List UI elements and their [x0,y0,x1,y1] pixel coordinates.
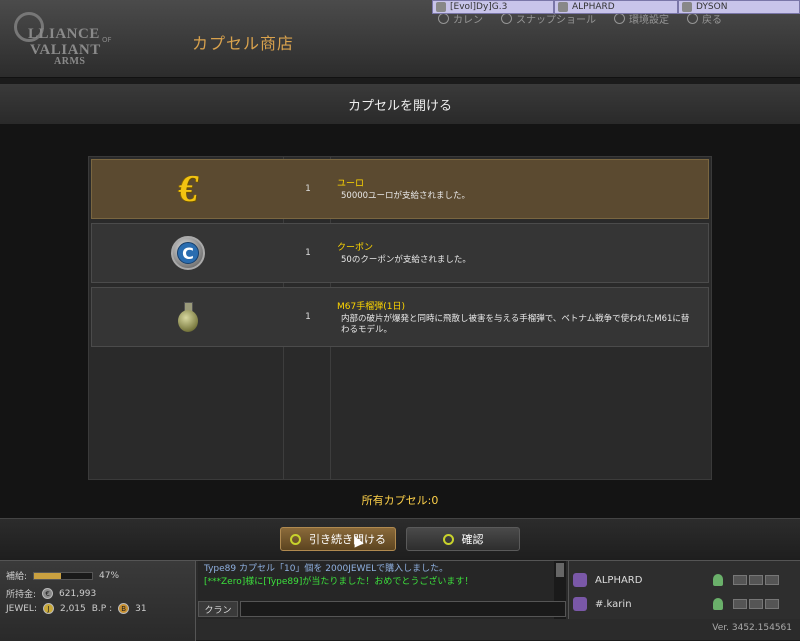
online-status-icon [713,598,723,610]
reward-description: 内部の破片が爆発と同時に飛散し被害を与える手榴弾で、ベトナム戦争で使われたM61… [341,313,690,335]
reward-row[interactable]: 1 M67手榴弾(1日) 内部の破片が爆発と同時に飛散し被害を与える手榴弾で、ベ… [91,287,709,347]
action-bar: 引き続き開ける 確認 [0,518,800,560]
friend-item[interactable]: #.karin [569,593,800,615]
supply-percent: 47% [99,570,120,581]
reward-row[interactable]: € 1 ユーロ 50000ユーロが支給されました。 [91,159,709,219]
money-line: 所持金: € 621,993 [6,587,96,600]
reward-name: ユーロ [337,179,365,190]
invite-icon[interactable] [733,599,747,609]
owned-capsule-count: 所有カプセル:0 [361,494,439,507]
continue-opening-button[interactable]: 引き続き開ける [280,527,396,551]
reward-icon-cell: € [92,160,284,218]
scroll-thumb[interactable] [556,563,564,577]
clan-icon [438,12,449,24]
logo-of: OF [102,36,112,44]
player-name: DYSON [696,2,728,12]
jewel-value: 2,015 [59,603,86,614]
money-value: 621,993 [59,588,97,599]
player-slot[interactable]: DYSON [678,0,800,14]
euro-icon: € [175,168,201,210]
gear-icon [614,12,625,24]
invite-icon[interactable] [733,575,747,585]
info-icon[interactable] [765,575,779,585]
chat-message: [***Zero]様に[Type89]が当たりました！おめでとうございます！ [204,577,474,587]
friend-name: #.karin [595,598,632,610]
bp-coin-icon: B [118,603,130,614]
grenade-icon [175,300,201,334]
game-logo: LLIANCE OF VALIANT ARMS [14,12,124,68]
supply-bar [33,571,94,580]
reward-name: M67手榴弾(1日) [337,301,405,312]
friend-avatar-icon [573,573,587,587]
friend-avatar-icon [573,597,587,611]
reward-quantity: 1 [305,248,311,258]
friend-list: ALPHARD #.karin [568,561,800,619]
reward-info: M67手榴弾(1日) 内部の破片が爆発と同時に飛散し被害を与える手榴弾で、ベトナ… [337,288,696,346]
reward-row[interactable]: C 1 クーポン 50のクーポンが支給されました。 [91,223,709,283]
reward-list: € 1 ユーロ 50000ユーロが支給されました。 C 1 クーポン 50のクー… [88,156,712,480]
reward-name: クーポン [337,243,374,254]
friend-item[interactable]: ALPHARD [569,569,800,591]
reward-quantity: 1 [305,312,311,322]
capsule-result-panel: € 1 ユーロ 50000ユーロが支給されました。 C 1 クーポン 50のクー… [0,124,800,518]
reward-info: ユーロ 50000ユーロが支給されました。 [337,160,696,218]
circle-icon [442,533,454,545]
reward-icon-cell [92,288,284,346]
button-label: 確認 [461,533,484,546]
avatar-icon [682,2,692,12]
bp-label: B.P : [91,603,113,614]
snapshot-icon [501,12,512,24]
section-header: カプセルを開ける [0,84,800,124]
logo-line1: LLIANCE [28,26,100,42]
avatar-icon [558,2,568,12]
supply-bar-fill [34,572,62,579]
bp-value: 31 [135,603,147,614]
jewel-coin-icon: J [42,603,54,614]
circle-icon [290,533,301,545]
player-name: ALPHARD [572,2,615,12]
message-icon[interactable] [749,575,763,585]
reward-description: 50のクーポンが支給されました。 [341,255,471,266]
reward-quantity: 1 [305,184,311,194]
chat-channel-clan[interactable]: クラン [198,601,238,617]
top-header: LLIANCE OF VALIANT ARMS カプセル商店 カレン スナップシ… [0,0,800,78]
chat-input[interactable] [240,601,566,617]
info-icon[interactable] [765,599,779,609]
player-slot[interactable]: ALPHARD [554,0,678,14]
euro-coin-icon: € [42,588,54,599]
player-slot[interactable]: [Evol]Dy]G.3 [432,0,554,14]
logo-line3: ARMS [54,56,86,67]
version-label: Ver. 3452.154561 [712,623,792,633]
money-label: 所持金: [6,590,37,600]
reward-info: クーポン 50のクーポンが支給されました。 [337,224,696,282]
jewel-label: JEWEL: [6,603,37,614]
supply-label: 補給: [6,572,28,582]
friend-name: ALPHARD [595,574,643,586]
avatar-icon [436,2,446,12]
button-label: 引き続き開ける [309,533,386,546]
player-slots: [Evol]Dy]G.3 ALPHARD DYSON [432,0,800,14]
player-stats: 補給: 47% 所持金: € 621,993 JEWEL: J 2,015 B.… [0,561,196,641]
bottom-status-bar: 補給: 47% 所持金: € 621,993 JEWEL: J 2,015 B.… [0,560,800,641]
reward-description: 50000ユーロが支給されました。 [341,191,471,202]
back-icon [687,12,698,24]
confirm-button[interactable]: 確認 [406,527,520,551]
message-icon[interactable] [749,599,763,609]
section-title: カプセルを開ける [347,98,452,114]
jewel-line: JEWEL: J 2,015 B.P : B 31 [6,603,147,614]
player-name: [Evol]Dy]G.3 [450,2,508,12]
online-status-icon [713,574,723,586]
page-title: カプセル商店 [192,34,295,53]
reward-icon-cell: C [92,224,284,282]
supply-line: 補給: 47% [6,569,120,583]
coupon-icon: C [171,236,205,270]
chat-message: Type89 カプセル「10」個を 2000JEWELで購入しました。 [204,564,449,574]
